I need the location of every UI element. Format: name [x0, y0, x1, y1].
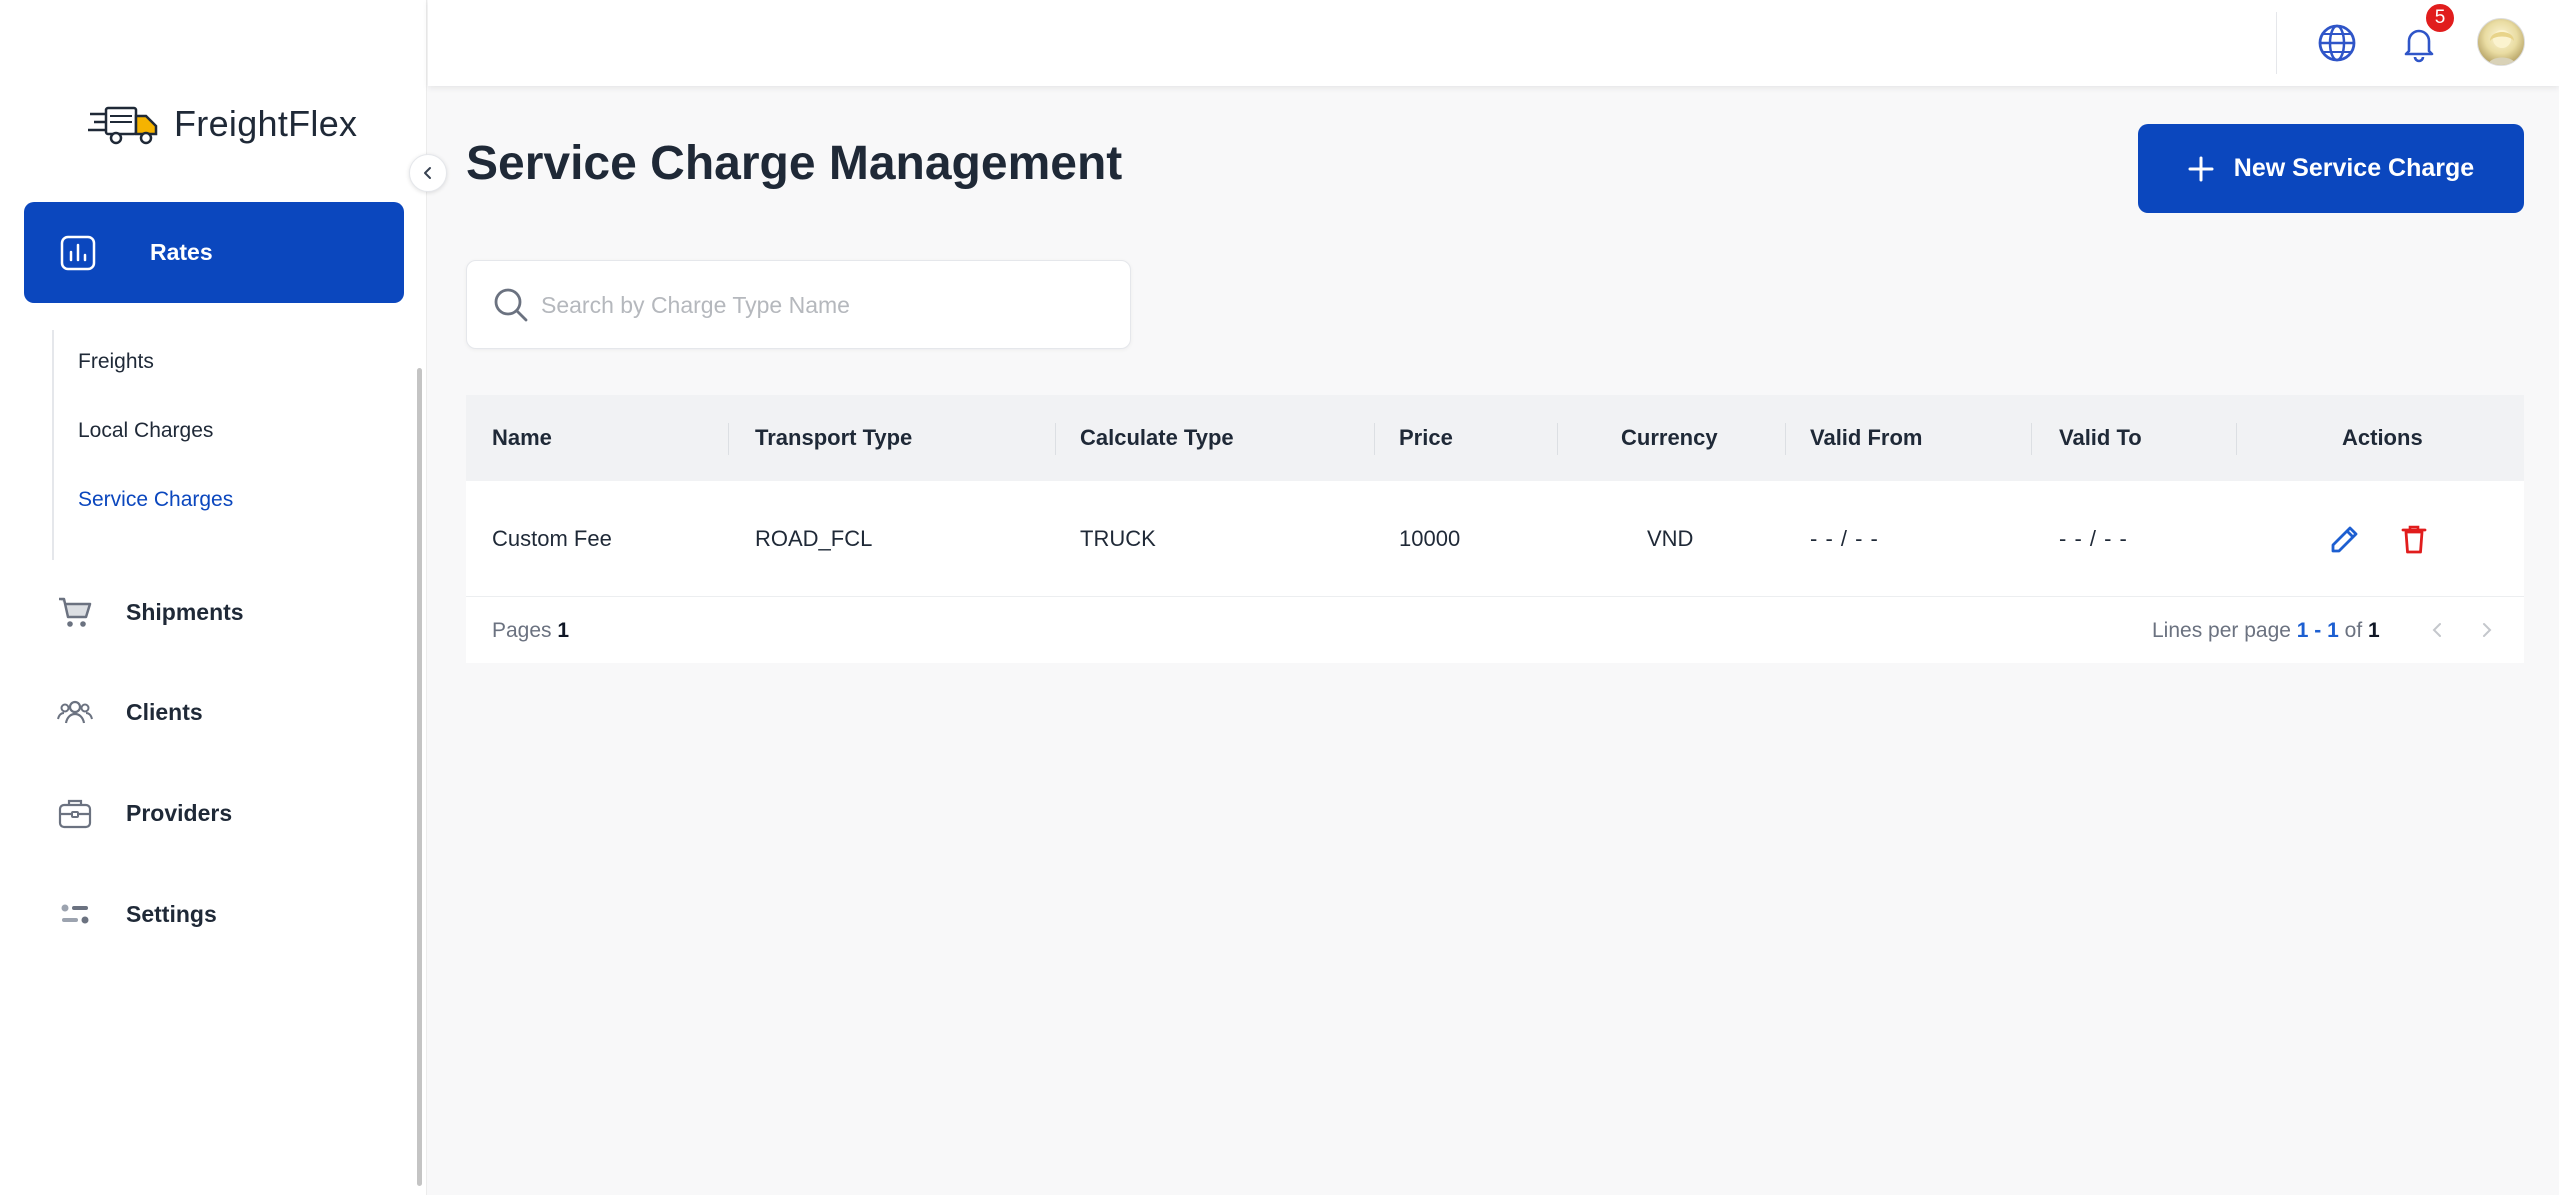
nav-label-shipments: Shipments — [126, 598, 244, 625]
lines-range[interactable]: 1 - 1 — [2297, 619, 2339, 642]
column-divider — [2031, 423, 2032, 455]
next-page-button[interactable] — [2472, 615, 2502, 645]
notification-badge: 5 — [2424, 2, 2456, 34]
plus-icon — [2188, 156, 2214, 181]
delete-button[interactable] — [2393, 518, 2435, 560]
table-header: Name Transport Type Calculate Type Price… — [466, 395, 2524, 481]
search-box — [466, 260, 1131, 349]
column-header-valid-to: Valid To — [2059, 425, 2142, 450]
chevron-left-icon — [424, 167, 431, 179]
cell-calculate-type: TRUCK — [1080, 526, 1156, 551]
chart-bar-icon — [60, 235, 96, 270]
submenu-item-service-charges[interactable]: Service Charges — [78, 488, 233, 512]
page-title: Service Charge Management — [466, 137, 1123, 190]
column-divider — [1055, 423, 1056, 455]
users-icon — [57, 700, 93, 724]
avatar-image — [2488, 30, 2516, 65]
submenu-item-freights[interactable]: Freights — [78, 350, 154, 374]
of-label: of — [2344, 619, 2363, 642]
rates-submenu: Freights Local Charges Service Charges — [52, 330, 352, 560]
new-service-charge-button[interactable]: New Service Charge — [2138, 124, 2524, 213]
nav-label-providers: Providers — [126, 799, 233, 826]
cell-transport-type: ROAD_FCL — [755, 526, 873, 551]
nav-item-settings[interactable]: Settings — [56, 892, 217, 936]
sidebar: FreightFlex Rates Freights Local Charges… — [0, 0, 427, 1195]
truck-logo-icon — [88, 106, 158, 145]
logo[interactable]: FreightFlex — [88, 96, 357, 152]
column-header-valid-from: Valid From — [1810, 425, 1923, 450]
lines-per-page-info: Lines per page 1 - 1 of 1 — [2152, 619, 2380, 643]
nav-item-shipments[interactable]: Shipments — [56, 590, 244, 634]
table-footer: Pages 1 Lines per page 1 - 1 of 1 — [466, 597, 2524, 663]
lines-per-page-label: Lines per page — [2152, 619, 2291, 642]
nav-label-settings: Settings — [126, 900, 217, 927]
previous-page-button[interactable] — [2422, 615, 2452, 645]
nav-label-rates: Rates — [150, 239, 213, 265]
chevron-left-icon — [2432, 623, 2441, 637]
chevron-right-icon — [2483, 623, 2492, 637]
cell-name: Custom Fee — [492, 526, 612, 551]
app-root: FreightFlex Rates Freights Local Charges… — [0, 0, 2559, 1195]
header-divider — [2276, 12, 2277, 74]
column-divider — [1557, 423, 1558, 455]
service-charges-table: Name Transport Type Calculate Type Price… — [466, 395, 2524, 663]
pages-info: Pages 1 — [492, 619, 569, 643]
column-header-actions: Actions — [2342, 425, 2423, 450]
cell-price: 10000 — [1399, 526, 1461, 551]
nav-item-providers[interactable]: Providers — [56, 791, 232, 835]
nav-item-rates[interactable]: Rates — [24, 202, 404, 303]
column-divider — [728, 423, 729, 455]
search-input[interactable] — [541, 281, 1101, 329]
globe-icon — [2318, 24, 2356, 62]
column-divider — [2236, 423, 2237, 455]
column-header-calculate-type: Calculate Type — [1080, 425, 1234, 450]
table-row[interactable]: Custom Fee ROAD_FCL TRUCK 10000 VND - - … — [466, 481, 2524, 597]
nav-label-clients: Clients — [126, 698, 203, 725]
nav-item-clients[interactable]: Clients — [56, 690, 203, 734]
trash-icon — [2401, 525, 2427, 554]
new-service-charge-label: New Service Charge — [2233, 154, 2475, 182]
cell-currency: VND — [1647, 526, 1694, 551]
column-divider — [1785, 423, 1786, 455]
column-header-name: Name — [492, 425, 552, 450]
app-name: FreightFlex — [174, 103, 358, 144]
cell-valid-to: - - / - - — [2059, 526, 2128, 551]
total-count: 1 — [2368, 619, 2380, 642]
sliders-icon — [61, 904, 89, 924]
language-button[interactable] — [2314, 20, 2360, 66]
column-header-transport-type: Transport Type — [755, 425, 913, 450]
avatar[interactable] — [2477, 18, 2525, 66]
column-header-price: Price — [1399, 425, 1453, 450]
top-header — [428, 0, 2559, 86]
cell-valid-from: - - / - - — [1810, 526, 1879, 551]
column-header-currency: Currency — [1621, 425, 1718, 450]
submenu-item-local-charges[interactable]: Local Charges — [78, 419, 213, 443]
column-divider — [1374, 423, 1375, 455]
pencil-icon — [2331, 526, 2358, 553]
collapse-sidebar-button[interactable] — [409, 154, 447, 192]
pages-value: 1 — [557, 619, 570, 642]
cart-icon — [59, 597, 92, 627]
search-icon — [494, 288, 528, 322]
edit-button[interactable] — [2324, 518, 2366, 560]
pages-label: Pages — [492, 619, 552, 642]
briefcase-icon — [58, 799, 92, 829]
sidebar-scrollbar[interactable] — [417, 368, 422, 1186]
